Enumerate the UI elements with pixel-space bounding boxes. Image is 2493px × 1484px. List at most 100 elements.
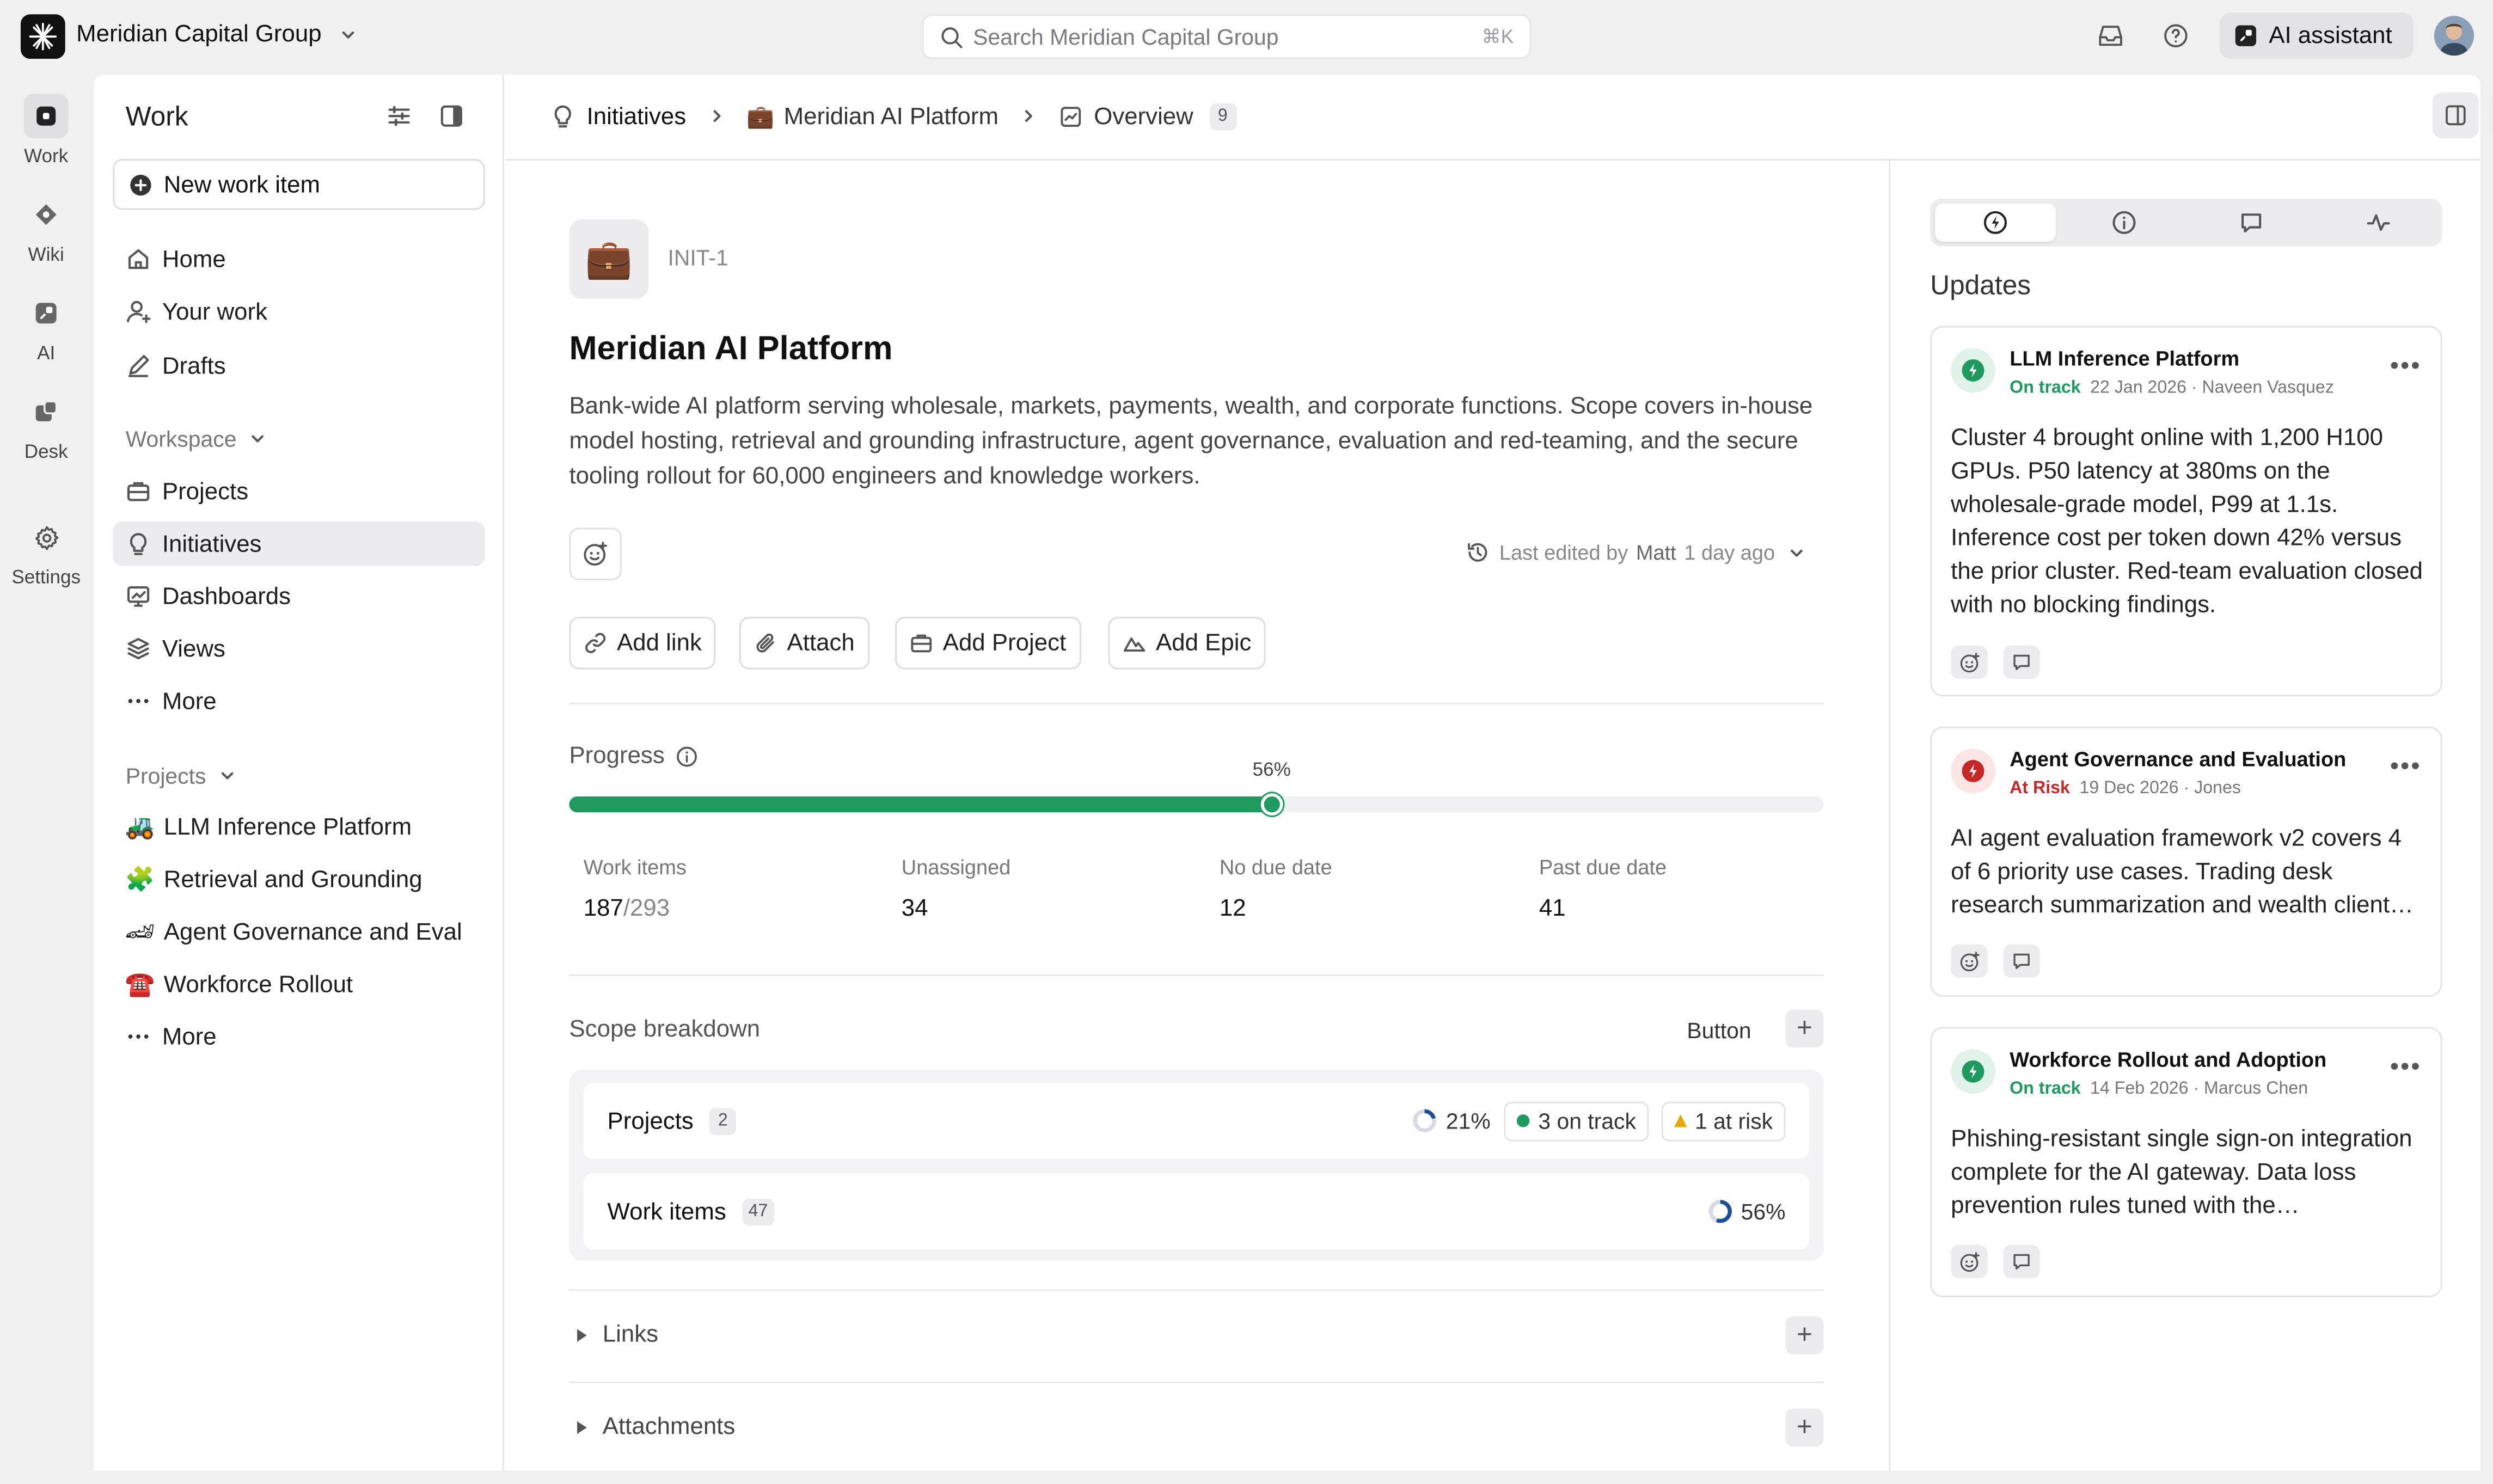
sidebar-item-label: Initiatives bbox=[162, 530, 262, 557]
card-more-button[interactable]: ••• bbox=[2390, 353, 2422, 382]
ai-assistant-button[interactable]: AI assistant bbox=[2219, 13, 2414, 59]
projects-section-toggle[interactable]: Projects bbox=[126, 763, 235, 788]
page-title[interactable]: Meridian AI Platform bbox=[569, 330, 892, 369]
lightbulb-icon bbox=[554, 105, 571, 128]
comment-icon bbox=[2241, 213, 2262, 232]
last-edited[interactable]: Last edited by Matt 1 day ago bbox=[1466, 541, 1805, 565]
sidebar-item-initiatives[interactable]: Initiatives bbox=[113, 521, 485, 566]
sidebar-item-your-work[interactable]: Your work bbox=[113, 289, 485, 334]
at-risk-badge[interactable]: 1 at risk bbox=[1661, 1101, 1786, 1141]
briefcase-icon bbox=[911, 634, 932, 653]
sidebar-item-projects[interactable]: Projects bbox=[113, 469, 485, 513]
chevron-right-icon bbox=[1025, 110, 1032, 122]
initiative-icon[interactable]: 💼 bbox=[569, 219, 649, 299]
breadcrumb-platform[interactable]: Meridian AI Platform bbox=[784, 102, 999, 130]
sidebar-item-label: Your work bbox=[162, 298, 268, 326]
rail-item-work[interactable]: Work bbox=[0, 94, 92, 167]
tab-details[interactable] bbox=[2064, 204, 2185, 242]
edited-when: 1 day ago bbox=[1684, 540, 1775, 565]
tab-comments[interactable] bbox=[2191, 204, 2312, 242]
add-link-button[interactable]: Add link bbox=[569, 617, 716, 670]
org-logo[interactable] bbox=[20, 14, 65, 59]
sidebar-item-label: Agent Governance and Eval bbox=[163, 918, 462, 946]
breadcrumb-initiatives[interactable]: Initiatives bbox=[587, 102, 687, 130]
sidebar-item-more[interactable]: More bbox=[113, 679, 485, 723]
customize-icon[interactable] bbox=[387, 103, 412, 129]
help-icon[interactable] bbox=[2163, 22, 2190, 50]
add-reaction-button[interactable] bbox=[1951, 944, 1988, 978]
scope-row-projects[interactable]: Projects 2 21% 3 on track 1 at risk bbox=[583, 1082, 1810, 1159]
scope-row-count: 47 bbox=[742, 1198, 775, 1225]
progress-title: Progress bbox=[569, 742, 665, 770]
scope-row-work-items[interactable]: Work items 47 56% bbox=[583, 1173, 1810, 1250]
warning-icon bbox=[1674, 1114, 1687, 1127]
workspace-section-toggle[interactable]: Workspace bbox=[125, 426, 265, 452]
chevron-down-icon bbox=[1791, 549, 1803, 556]
sidebar-item-dashboards[interactable]: Dashboards bbox=[113, 574, 485, 618]
rail-item-wiki[interactable]: Wiki bbox=[0, 192, 92, 266]
sidebar-item-label: Dashboards bbox=[162, 582, 291, 610]
chevron-down-icon bbox=[220, 772, 233, 780]
sidebar-project-llm-inference[interactable]: 🚜 LLM Inference Platform bbox=[113, 805, 485, 849]
new-work-item-button[interactable]: New work item bbox=[113, 159, 485, 210]
reply-button[interactable] bbox=[2003, 944, 2040, 978]
update-card[interactable]: Workforce Rollout and Adoption On track 1… bbox=[1930, 1027, 2442, 1297]
add-reaction-button[interactable] bbox=[1951, 1244, 1988, 1278]
sidebar-toggle-icon[interactable] bbox=[439, 103, 464, 129]
reply-button[interactable] bbox=[2003, 1244, 2040, 1278]
stat-work-items[interactable]: Work items 187/293 bbox=[584, 855, 687, 922]
attachments-section-toggle[interactable]: Attachments bbox=[569, 1413, 735, 1440]
update-card[interactable]: Agent Governance and Evaluation At Risk 1… bbox=[1930, 726, 2442, 997]
rail-item-settings[interactable]: Settings bbox=[0, 515, 92, 588]
sidebar-item-drafts[interactable]: Drafts bbox=[113, 344, 485, 388]
update-body: AI agent evaluation framework v2 covers … bbox=[1951, 825, 2414, 919]
at-risk-label: 1 at risk bbox=[1694, 1108, 1773, 1134]
sidebar-project-workforce-rollout[interactable]: ☎️ Workforce Rollout bbox=[113, 962, 485, 1007]
breadcrumb-overview[interactable]: Overview bbox=[1094, 102, 1193, 130]
add-reaction-button[interactable] bbox=[569, 528, 622, 580]
rail-item-desk[interactable]: Desk bbox=[0, 389, 92, 463]
attach-button[interactable]: Attach bbox=[739, 617, 869, 670]
sidebar-item-label: Drafts bbox=[162, 352, 226, 379]
update-date-author: 14 Feb 2026 · Marcus Chen bbox=[2090, 1079, 2308, 1099]
avatar[interactable] bbox=[2434, 16, 2474, 56]
update-card[interactable]: LLM Inference Platform On track 22 Jan 20… bbox=[1930, 326, 2442, 697]
tab-updates[interactable] bbox=[1934, 203, 2056, 242]
scope-button[interactable]: Button bbox=[1687, 1017, 1751, 1043]
links-section-toggle[interactable]: Links bbox=[569, 1321, 658, 1348]
workspace-label: Workspace bbox=[125, 426, 237, 452]
org-switcher[interactable]: Meridian Capital Group bbox=[76, 21, 357, 48]
add-project-button[interactable]: Add Project bbox=[895, 617, 1081, 670]
reply-button[interactable] bbox=[2003, 645, 2040, 679]
add-reaction-button[interactable] bbox=[1951, 645, 1988, 679]
sidebar-project-agent-governance[interactable]: 🏎 Agent Governance and Eval bbox=[113, 909, 485, 954]
add-attachment-plus-button[interactable]: + bbox=[1785, 1408, 1824, 1447]
stat-past-due-date[interactable]: Past due date 41 bbox=[1539, 855, 1667, 922]
sidebar-item-views[interactable]: Views bbox=[113, 627, 485, 671]
tab-activity[interactable] bbox=[2318, 204, 2439, 242]
sidebar-item-label: More bbox=[162, 688, 217, 715]
add-link-plus-button[interactable]: + bbox=[1785, 1316, 1824, 1355]
on-track-badge[interactable]: 3 on track bbox=[1503, 1101, 1649, 1141]
inbox-icon[interactable] bbox=[2097, 22, 2124, 50]
card-more-button[interactable]: ••• bbox=[2390, 1054, 2422, 1083]
card-more-button[interactable]: ••• bbox=[2390, 753, 2422, 782]
scope-row-pct: 56% bbox=[1741, 1198, 1786, 1224]
info-icon[interactable] bbox=[676, 745, 698, 767]
work-icon bbox=[23, 94, 69, 139]
plus-circle-icon bbox=[130, 174, 151, 195]
toggle-panel-button[interactable] bbox=[2433, 92, 2479, 139]
search-input[interactable]: Search Meridian Capital Group ⌘K bbox=[922, 14, 1532, 59]
scope-row-label: Work items bbox=[607, 1198, 726, 1225]
stat-no-due-date[interactable]: No due date 12 bbox=[1220, 855, 1332, 922]
rail-item-ai[interactable]: AI bbox=[0, 291, 92, 364]
more-options-button[interactable] bbox=[2490, 92, 2493, 139]
stat-unassigned[interactable]: Unassigned 34 bbox=[902, 855, 1010, 922]
add-epic-button[interactable]: Add Epic bbox=[1108, 617, 1266, 670]
tractor-icon: 🚜 bbox=[125, 814, 155, 841]
sidebar-projects-more[interactable]: More bbox=[113, 1014, 485, 1059]
sidebar-item-home[interactable]: Home bbox=[113, 237, 485, 281]
scope-add-button[interactable]: + bbox=[1785, 1009, 1824, 1048]
sidebar-project-retrieval[interactable]: 🧩 Retrieval and Grounding bbox=[113, 857, 485, 902]
initiative-description[interactable]: Bank-wide AI platform serving wholesale,… bbox=[569, 389, 1825, 494]
